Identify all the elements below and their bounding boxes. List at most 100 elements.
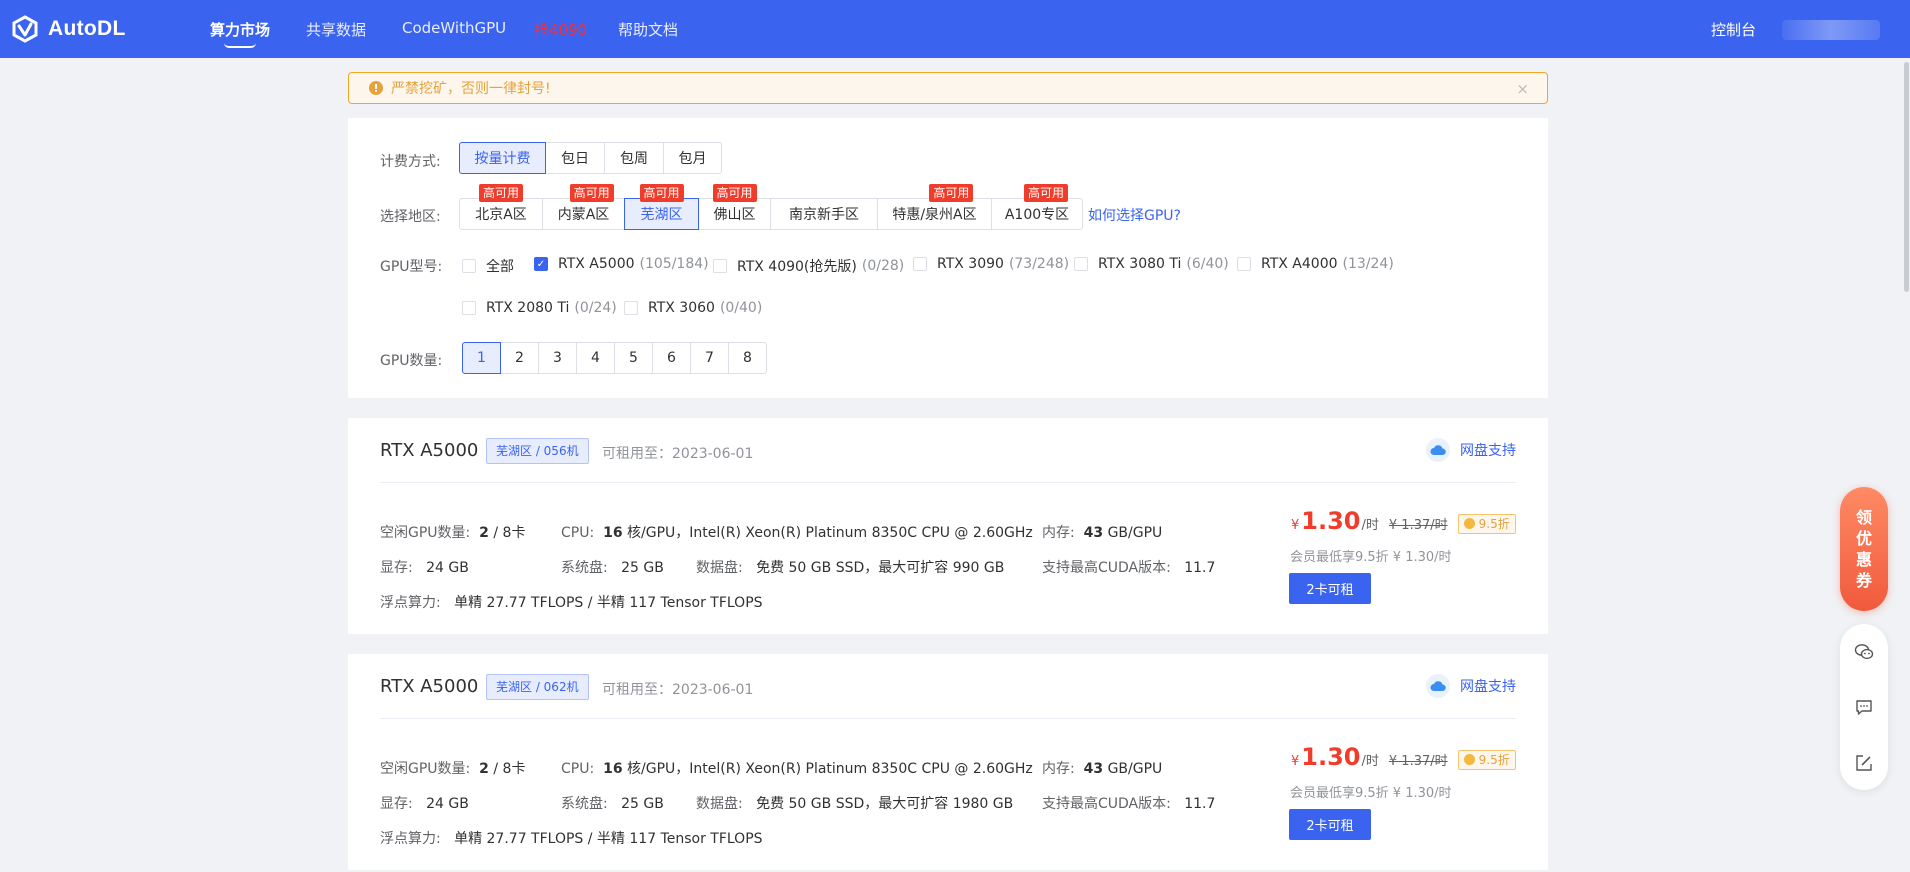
gpu-type-name: RTX A5000 [558, 256, 635, 272]
billing-option-daily[interactable]: 包日 [545, 142, 605, 174]
gpu-count-7[interactable]: 7 [690, 342, 729, 374]
gpu-count-8[interactable]: 8 [728, 342, 767, 374]
gpu-count-4[interactable]: 4 [576, 342, 615, 374]
coupon-char: 领 [1855, 508, 1872, 527]
disk-support-link[interactable]: 网盘支持 [1426, 674, 1516, 698]
region-nanjing-newbie[interactable]: 南京新手区 [770, 198, 878, 230]
nav-market[interactable]: 算力市场 [210, 19, 270, 48]
coupon-button[interactable]: 领 优 惠 券 [1840, 487, 1888, 611]
gpu-count-1[interactable]: 1 [462, 342, 501, 374]
price-unit: /时 [1361, 754, 1379, 769]
data-disk-value: 免费 50 GB SSD，最大可扩容 990 GB [756, 560, 1005, 576]
warning-circle-icon: ! [369, 81, 383, 95]
checkbox[interactable] [913, 257, 927, 271]
checkbox[interactable] [462, 259, 476, 273]
checkbox[interactable] [624, 301, 638, 315]
spec-label: 空闲GPU数量: [380, 761, 471, 777]
checkbox-checked[interactable]: ✓ [534, 257, 548, 271]
gpu-type-rtx-2080ti[interactable]: RTX 2080 Ti (0/24) [462, 300, 617, 316]
how-to-choose-gpu-link[interactable]: 如何选择GPU? [1088, 205, 1181, 225]
chat-icon[interactable] [1854, 697, 1874, 717]
checkbox[interactable] [1074, 257, 1088, 271]
machine-gpu-title: RTX A5000 [380, 676, 479, 697]
rent-button[interactable]: 2卡可租 [1289, 573, 1371, 604]
disk-support-text: 网盘支持 [1460, 443, 1516, 459]
nav-grab-4090[interactable]: 抢4090 [534, 19, 587, 40]
machine-card: RTX A5000 芜湖区 / 056机 可租用至：2023-06-01 网盘支… [348, 418, 1548, 634]
coupon-char: 惠 [1855, 550, 1872, 569]
checkbox[interactable] [713, 259, 727, 273]
memory-unit: GB/GPU [1107, 525, 1163, 541]
memory-unit: GB/GPU [1107, 761, 1163, 777]
billing-segment: 按量计费 包日 包周 包月 [459, 142, 722, 174]
gpu-type-rtx-4090[interactable]: RTX 4090(抢先版) (0/28) [713, 256, 904, 276]
gpu-count-3[interactable]: 3 [538, 342, 577, 374]
side-toolbar [1840, 624, 1888, 790]
cuda-value: 11.7 [1184, 560, 1216, 576]
cpu-spec: CPU: 16 核/GPU，Intel(R) Xeon(R) Platinum … [561, 522, 1033, 542]
brand-logo[interactable]: AutoDL [10, 14, 126, 44]
region-quanzhou-a[interactable]: 特惠/泉州A区 高可用 [877, 184, 992, 230]
vram-spec: 显存: 24 GB [380, 793, 469, 813]
nav-codewithgpu[interactable]: CodeWithGPU [402, 19, 506, 37]
billing-option-hourly[interactable]: 按量计费 [459, 142, 546, 174]
nav-shared-data[interactable]: 共享数据 [306, 19, 366, 40]
disk-support-link[interactable]: 网盘支持 [1426, 438, 1516, 462]
gpu-type-rtx-3060[interactable]: RTX 3060 (0/40) [624, 300, 762, 316]
vram-value: 24 GB [426, 560, 469, 576]
region-foshan[interactable]: 佛山区 高可用 [698, 184, 771, 230]
spec-label: 浮点算力: [380, 595, 441, 611]
gpu-type-rtx-a4000[interactable]: RTX A4000 (13/24) [1237, 256, 1394, 272]
price-value: 1.30 [1301, 743, 1361, 771]
gpu-type-name: RTX 2080 Ti [486, 300, 570, 316]
nav-console[interactable]: 控制台 [1711, 19, 1756, 40]
price-currency: ¥ [1291, 518, 1300, 533]
region-a100[interactable]: A100专区 高可用 [991, 184, 1083, 230]
region-beijing-a[interactable]: 北京A区 高可用 [459, 184, 543, 230]
warning-text: 严禁挖矿，否则一律封号! [391, 81, 551, 97]
close-icon[interactable]: × [1516, 80, 1529, 98]
region-wuhu[interactable]: 芜湖区 高可用 [624, 184, 699, 230]
data-disk-spec: 数据盘: 免费 50 GB SSD，最大可扩容 990 GB [696, 557, 1004, 577]
rent-button[interactable]: 2卡可租 [1289, 809, 1371, 840]
checkbox[interactable] [462, 301, 476, 315]
data-disk-spec: 数据盘: 免费 50 GB SSD，最大可扩容 1980 GB [696, 793, 1013, 813]
cuda-spec: 支持最高CUDA版本: 11.7 [1042, 557, 1215, 577]
gpu-type-rtx-a5000[interactable]: ✓ RTX A5000 (105/184) [534, 256, 709, 272]
system-disk-value: 25 GB [621, 560, 664, 576]
original-price: ¥ 1.37/时 [1388, 518, 1448, 533]
nav-help-docs[interactable]: 帮助文档 [618, 19, 678, 40]
region-name: 内蒙A区 [557, 207, 610, 223]
high-availability-badge: 高可用 [478, 184, 524, 202]
gpu-count-5[interactable]: 5 [614, 342, 653, 374]
edit-icon[interactable] [1854, 753, 1874, 773]
wechat-icon[interactable] [1854, 642, 1874, 662]
spec-label: CPU: [561, 525, 595, 541]
gpu-type-rtx-3080ti[interactable]: RTX 3080 Ti (6/40) [1074, 256, 1229, 272]
machine-region-tag: 芜湖区 / 062机 [486, 674, 589, 700]
gpu-type-name: RTX 3080 Ti [1098, 256, 1182, 272]
billing-option-monthly[interactable]: 包月 [663, 142, 722, 174]
flops-value: 单精 27.77 TFLOPS / 半精 117 Tensor TFLOPS [454, 595, 763, 611]
disk-support-text: 网盘支持 [1460, 679, 1516, 695]
free-gpu-spec: 空闲GPU数量: 2 / 8卡 [380, 758, 525, 778]
gpu-type-rtx-3090[interactable]: RTX 3090 (73/248) [913, 256, 1069, 272]
gpu-type-all[interactable]: 全部 [462, 256, 514, 276]
region-neimeng-a[interactable]: 内蒙A区 高可用 [542, 184, 625, 230]
machine-available-until: 可租用至：2023-06-01 [602, 446, 754, 462]
billing-option-weekly[interactable]: 包周 [604, 142, 664, 174]
user-avatar[interactable] [1782, 20, 1880, 40]
scrollbar-thumb[interactable] [1904, 62, 1909, 292]
member-price: 会员最低享9.5折 ¥ 1.30/时 [1290, 550, 1452, 565]
vram-spec: 显存: 24 GB [380, 557, 469, 577]
member-price: 会员最低享9.5折 ¥ 1.30/时 [1290, 786, 1452, 801]
price-row: ¥ 1.30 /时 ¥ 1.37/时 9.5折 [1291, 743, 1516, 771]
coupon-char: 券 [1855, 571, 1872, 590]
checkbox[interactable] [1237, 257, 1251, 271]
gpu-count-6[interactable]: 6 [652, 342, 691, 374]
gpu-count-2[interactable]: 2 [500, 342, 539, 374]
cpu-desc-value: 核/GPU，Intel(R) Xeon(R) Platinum 8350C CP… [627, 525, 1033, 541]
free-gpu-spec: 空闲GPU数量: 2 / 8卡 [380, 522, 525, 542]
system-disk-value: 25 GB [621, 796, 664, 812]
price-unit: /时 [1361, 518, 1379, 533]
